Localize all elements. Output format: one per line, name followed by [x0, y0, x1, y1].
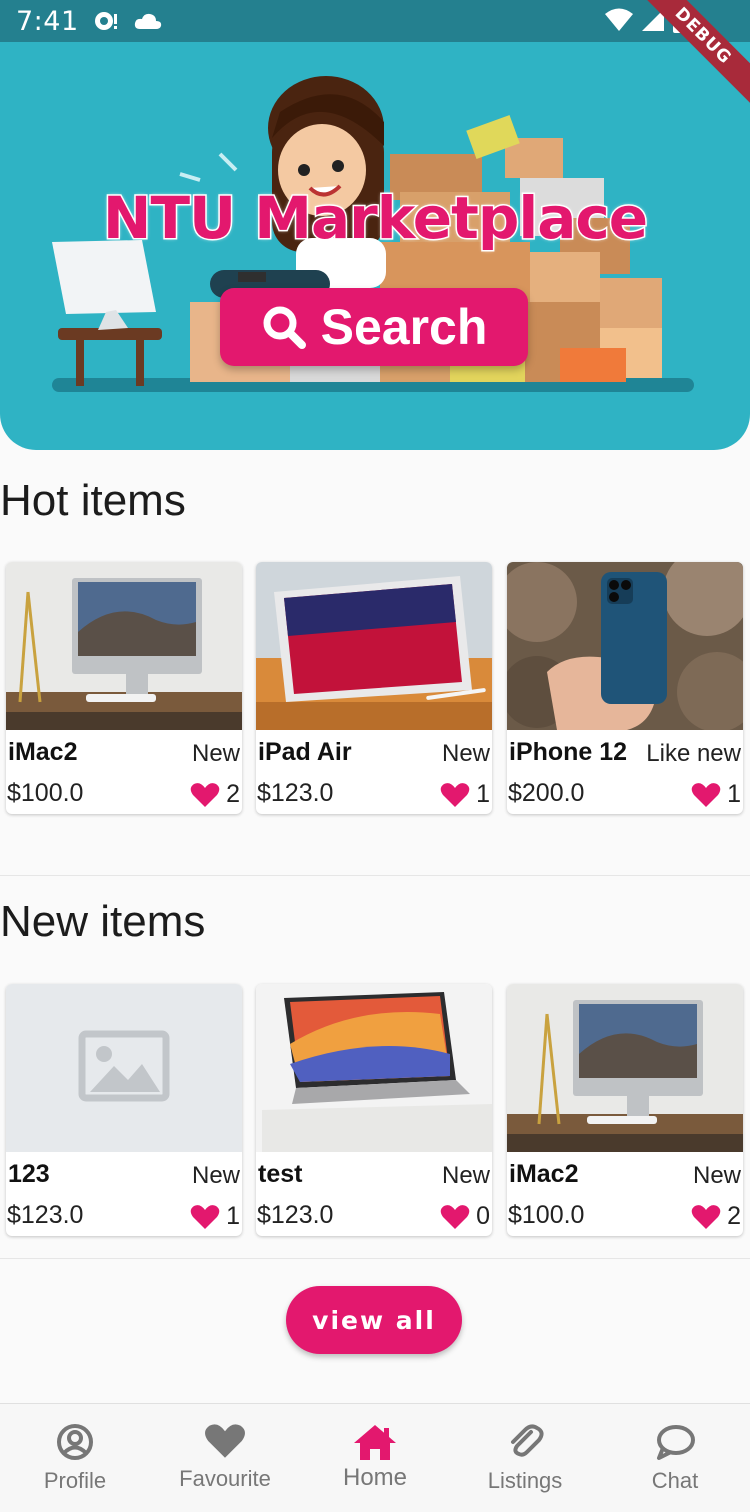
search-icon [263, 306, 306, 349]
item-name: 123 [8, 1160, 50, 1188]
app-title: NTU Marketplace [101, 183, 649, 254]
item-likes: 1 [691, 780, 741, 809]
nav-label: Chat [651, 1468, 699, 1493]
nav-listings[interactable]: Listings [450, 1404, 600, 1512]
new-item-card[interactable]: iMac2 New $100.0 2 [507, 984, 743, 1236]
heart-icon [190, 1204, 220, 1229]
search-button[interactable]: Search [220, 288, 528, 366]
nav-chat[interactable]: Chat [600, 1404, 750, 1512]
item-likes: 0 [440, 1202, 490, 1231]
heart-icon [691, 782, 721, 807]
status-time: 7:41 [16, 5, 79, 37]
item-price: $100.0 [508, 1201, 585, 1229]
item-likes: 1 [440, 780, 490, 809]
like-count: 2 [226, 780, 240, 808]
heart-icon [691, 1204, 721, 1229]
item-condition: New [441, 1162, 490, 1189]
item-name: test [258, 1160, 303, 1188]
hot-items-title: Hot items [0, 476, 186, 525]
nav-profile[interactable]: Profile [0, 1404, 150, 1512]
nav-label: Profile [43, 1468, 107, 1493]
like-count: 2 [727, 1202, 741, 1230]
ipad-photo [256, 562, 492, 730]
item-name: iPhone 12 [509, 738, 628, 766]
item-likes: 1 [190, 1202, 240, 1231]
nav-label: Listings [487, 1468, 563, 1493]
section-divider [0, 875, 750, 876]
nav-label: Favourite [179, 1466, 271, 1491]
item-name: iMac2 [509, 1160, 579, 1188]
heart-icon [190, 782, 220, 807]
hot-item-card[interactable]: iPhone 12 Like new $200.0 1 [507, 562, 743, 814]
item-likes: 2 [190, 780, 240, 809]
item-name: iPad Air [258, 738, 352, 766]
item-condition: New [191, 740, 240, 767]
search-label: Search [320, 299, 488, 355]
heart-icon [440, 1204, 470, 1229]
imac-photo [6, 562, 242, 730]
view-all-button[interactable]: view all [286, 1286, 462, 1354]
placeholder-image [6, 984, 242, 1152]
profile-icon [57, 1424, 93, 1460]
like-count: 1 [727, 780, 741, 808]
wifi-icon [605, 8, 633, 31]
item-condition: New [692, 1162, 741, 1189]
item-price: $123.0 [257, 1201, 334, 1229]
new-item-card[interactable]: test New $123.0 0 [256, 984, 492, 1236]
iphone-photo [507, 562, 743, 730]
home-icon [354, 1425, 396, 1460]
item-price: $123.0 [7, 1201, 84, 1229]
hero-banner: NTU Marketplace Search [0, 0, 750, 450]
paperclip-icon [511, 1424, 544, 1457]
status-bar: 7:41 [0, 0, 750, 42]
notification-icon [94, 12, 117, 30]
item-condition: New [191, 1162, 240, 1189]
item-price: $123.0 [257, 779, 334, 807]
heart-icon [205, 1424, 245, 1458]
new-items-title: New items [0, 897, 206, 946]
imac-photo [507, 984, 743, 1152]
like-count: 1 [476, 780, 490, 808]
chat-icon [657, 1425, 695, 1460]
item-price: $100.0 [7, 779, 84, 807]
section-divider [0, 1258, 750, 1259]
cloud-icon [134, 13, 161, 29]
nav-home[interactable]: Home [300, 1404, 450, 1512]
new-item-card[interactable]: 123 New $123.0 1 [6, 984, 242, 1236]
like-count: 0 [476, 1202, 490, 1230]
item-name: iMac2 [8, 738, 78, 766]
like-count: 1 [226, 1202, 240, 1230]
heart-icon [440, 782, 470, 807]
item-price: $200.0 [508, 779, 585, 807]
item-likes: 2 [691, 1202, 741, 1231]
macbook-photo [256, 984, 492, 1152]
hot-item-card[interactable]: iMac2 New $100.0 2 [6, 562, 242, 814]
nav-favourite[interactable]: Favourite [150, 1404, 300, 1512]
item-condition: New [441, 740, 490, 767]
bottom-navigation: Profile Favourite Home Listings Chat [0, 1403, 750, 1512]
item-condition: Like new [646, 740, 741, 767]
hot-item-card[interactable]: iPad Air New $123.0 1 [256, 562, 492, 814]
nav-label: Home [342, 1464, 408, 1491]
